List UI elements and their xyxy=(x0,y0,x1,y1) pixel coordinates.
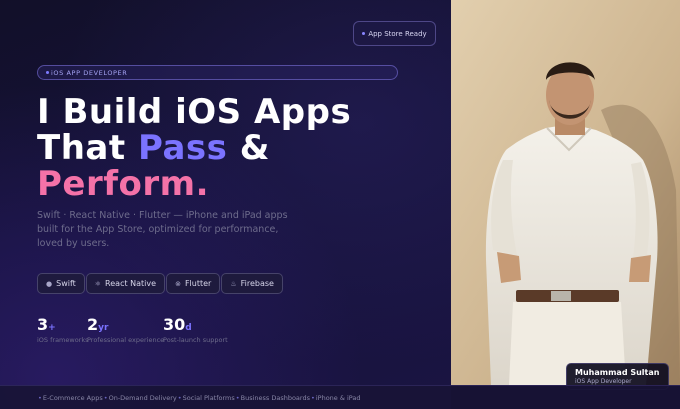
chip-firebase[interactable]: ♨ Firebase xyxy=(221,273,283,294)
ticker-item: iPhone & iPad xyxy=(315,393,361,402)
stat-suffix: d xyxy=(185,323,192,333)
stat-value: 30 xyxy=(163,315,186,334)
app-store-ready-badge: App Store Ready xyxy=(353,21,436,46)
ticker-item: On-Demand Delivery xyxy=(108,393,177,402)
stat-label: Post-launch support xyxy=(163,336,228,344)
tech-chips: ● Swift ⚛ React Native ⊗ Flutter ♨ Fireb… xyxy=(37,273,284,294)
ticker-dot-icon: • xyxy=(38,393,42,402)
chip-flutter-label: Flutter xyxy=(184,279,212,288)
chip-firebase-label: Firebase xyxy=(240,279,274,288)
status-dot-icon xyxy=(362,32,366,35)
headline-line-2: That Pass & xyxy=(37,130,270,166)
ticker-dot-icon: • xyxy=(177,393,182,402)
ticker-item: Business Dashboards xyxy=(240,393,310,402)
chip-react-native-label: React Native xyxy=(105,279,157,288)
hero-description: Swift · React Native · Flutter — iPhone … xyxy=(37,210,288,249)
headline-pass: Pass xyxy=(137,128,228,168)
app-store-ready-label: App Store Ready xyxy=(368,29,427,38)
ticker-dot-icon: • xyxy=(103,393,108,402)
hero-section xyxy=(0,0,451,409)
headline-ampersand: & xyxy=(227,128,270,168)
stat-support: 30d Post-launch support xyxy=(163,315,228,344)
role-tag: iOS APP DEVELOPER xyxy=(37,65,398,80)
headline-line-3: Perform. xyxy=(37,164,210,204)
chip-swift-label: Swift xyxy=(56,279,76,288)
flame-icon: ♨ xyxy=(230,279,237,288)
tag-dot-icon xyxy=(46,71,49,74)
stat-frameworks: 3+ iOS frameworks xyxy=(37,315,89,344)
stat-label: iOS frameworks xyxy=(37,336,89,344)
developer-portrait-illustration xyxy=(451,0,680,385)
ticker-item: E-Commerce Apps xyxy=(42,393,103,402)
flutter-icon: ⊗ xyxy=(175,279,181,288)
stat-value: 3 xyxy=(37,315,49,334)
role-tag-label: iOS APP DEVELOPER xyxy=(51,68,128,77)
stat-suffix: yr xyxy=(98,323,109,333)
services-ticker: • E-Commerce Apps • On-Demand Delivery • So… xyxy=(0,385,680,409)
ticker-dot-icon: • xyxy=(235,393,240,402)
ticker-dot-icon: • xyxy=(311,393,315,402)
developer-photo xyxy=(451,0,680,385)
stat-suffix: + xyxy=(48,323,56,333)
headline-that: That xyxy=(37,128,138,168)
ticker-item: Social Platforms xyxy=(182,393,235,402)
stat-value: 2 xyxy=(87,315,99,334)
profile-name: Muhammad Sultan xyxy=(575,368,660,377)
stat-label: Professional experience xyxy=(87,336,165,344)
chip-flutter[interactable]: ⊗ Flutter xyxy=(166,273,221,294)
apple-icon: ● xyxy=(46,279,53,288)
stat-experience: 2yr Professional experience xyxy=(87,315,164,344)
chip-swift[interactable]: ● Swift xyxy=(37,273,85,294)
headline-line-1: I Build iOS Apps xyxy=(37,92,352,132)
chip-react-native[interactable]: ⚛ React Native xyxy=(85,273,166,294)
atom-icon: ⚛ xyxy=(94,279,102,288)
profile-role: iOS App Developer xyxy=(575,378,632,385)
